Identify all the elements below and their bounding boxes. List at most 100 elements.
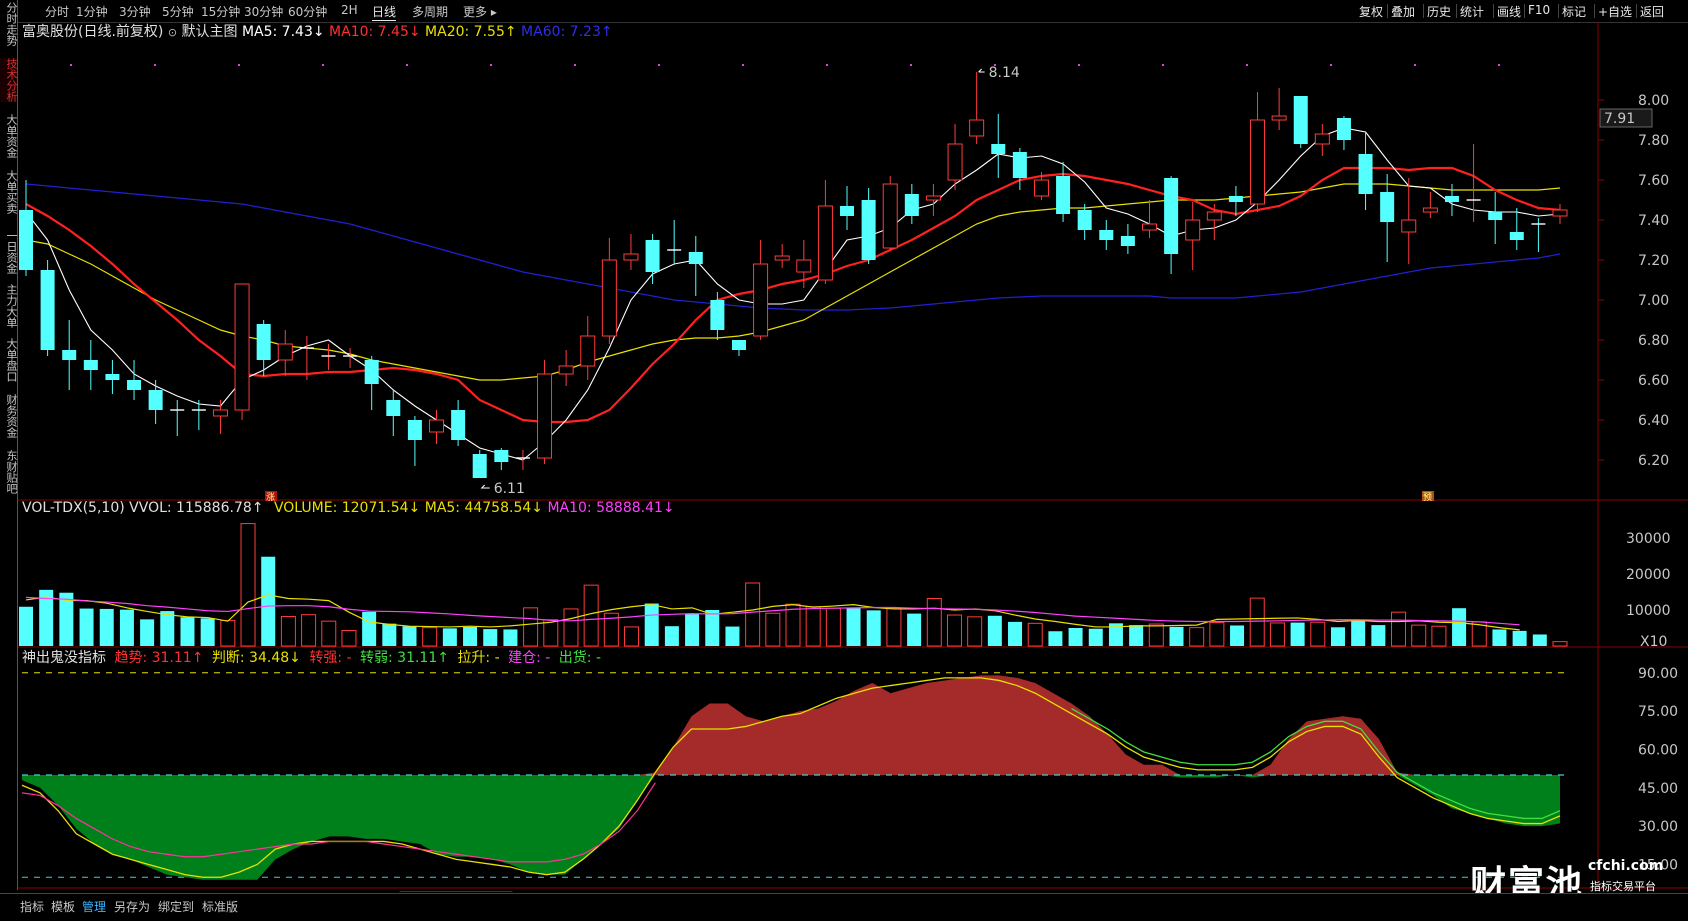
period-tab-7[interactable]: 2H <box>341 3 358 17</box>
rail-item-6[interactable]: 大单盘口 <box>0 338 18 382</box>
volume-bar <box>503 629 518 646</box>
candle-body <box>925 195 941 201</box>
volume-bar <box>907 613 922 646</box>
period-tab-5[interactable]: 30分钟 <box>244 3 283 20</box>
tool-button-3[interactable]: 统计 <box>1460 3 1484 20</box>
candle-body <box>1141 223 1157 231</box>
volume-bar <box>705 610 720 646</box>
period-tab-3[interactable]: 5分钟 <box>162 3 194 20</box>
candle <box>904 184 919 224</box>
candle <box>580 316 596 380</box>
yu-tag: 预 <box>1423 492 1432 503</box>
high-label: 8.14 <box>989 65 1020 81</box>
volume-bar <box>79 608 94 646</box>
period-tab-10[interactable]: 更多 ▸ <box>463 3 497 20</box>
rail-item-5[interactable]: 主力大单 <box>0 284 18 328</box>
bear-area <box>22 775 1560 880</box>
candle <box>1422 192 1438 218</box>
vol-indicator-name[interactable]: VOL-TDX(5,10) <box>22 500 125 516</box>
toolbar-separator <box>1636 4 1637 18</box>
signal-dot <box>154 64 156 66</box>
volume-bar <box>1068 628 1083 646</box>
volume-bar <box>886 608 902 647</box>
chevron-down-icon[interactable]: ⊙ <box>168 26 177 39</box>
period-tab-0[interactable]: 分时 <box>45 3 69 20</box>
bottom-tab-5[interactable]: 标准版 <box>202 898 238 915</box>
bottom-tab-2[interactable]: 管理 <box>82 898 106 915</box>
price-tick-label: 7.80 <box>1638 133 1669 149</box>
candle <box>494 448 509 470</box>
tool-button-5[interactable]: F10 <box>1528 3 1550 17</box>
ind-name[interactable]: 神出鬼没指标 <box>22 650 106 666</box>
candle <box>515 450 530 470</box>
stock-title[interactable]: 富奥股份(日线.前复权) <box>22 24 163 40</box>
signal-dot <box>658 64 660 66</box>
candle <box>1509 208 1524 250</box>
bottom-tab-3[interactable]: 另存为 <box>114 898 150 915</box>
candle-body <box>1336 118 1351 140</box>
candle-body <box>1099 230 1114 240</box>
candle-body <box>969 119 985 137</box>
candle <box>127 360 142 400</box>
rail-item-1[interactable]: 技术分析 <box>0 58 18 102</box>
candle-body <box>1509 232 1524 240</box>
tool-button-2[interactable]: 历史 <box>1427 3 1451 20</box>
period-tab-2[interactable]: 3分钟 <box>119 3 151 20</box>
price-tick-label: 7.60 <box>1638 173 1669 189</box>
candle-body <box>212 409 228 417</box>
toolbar-separator <box>1558 4 1559 18</box>
candle-body <box>1552 209 1568 217</box>
candle-body <box>731 340 746 350</box>
rail-item-7[interactable]: 财务资金 <box>0 394 18 438</box>
volume-bar <box>463 626 478 646</box>
volume-bar <box>1088 628 1103 646</box>
period-tab-9[interactable]: 多周期 <box>412 3 448 20</box>
tool-button-8[interactable]: 返回 <box>1640 3 1664 20</box>
signal-dot <box>994 64 996 66</box>
low-label: 6.11 <box>494 481 525 497</box>
period-tab-8[interactable]: 日线 <box>372 3 397 21</box>
tool-button-4[interactable]: 画线 <box>1497 3 1521 20</box>
rail-item-3[interactable]: 大单买卖 <box>0 170 18 214</box>
ma10-value: MA10: 7.45↓ <box>329 24 421 40</box>
volume-bar <box>180 617 195 646</box>
candle-body <box>429 419 445 433</box>
volume-bar <box>301 614 317 647</box>
signal-dot <box>1078 64 1080 66</box>
candle <box>429 410 445 444</box>
tool-button-1[interactable]: 叠加 <box>1391 3 1415 20</box>
signal-dot <box>574 64 576 66</box>
candle <box>1488 192 1503 244</box>
volume-bar <box>1269 622 1285 647</box>
rail-item-0[interactable]: 分时走势 <box>0 2 18 46</box>
signal-dot <box>490 64 492 66</box>
candle <box>1250 92 1266 212</box>
bottom-tab-4[interactable]: 绑定到 <box>158 898 194 915</box>
candle <box>774 244 790 268</box>
main-mode[interactable]: 默认主图 <box>182 24 238 40</box>
candle <box>991 114 1006 178</box>
bottom-tab-0[interactable]: 指标 <box>20 898 44 915</box>
tool-button-6[interactable]: 标记 <box>1562 3 1586 20</box>
bottom-tab-1[interactable]: 模板 <box>51 898 75 915</box>
indicator-tick-label: 60.00 <box>1638 742 1678 758</box>
candle <box>62 320 77 390</box>
rail-item-8[interactable]: 东财贴吧 <box>0 450 18 494</box>
current-price-label: 7.91 <box>1604 111 1635 127</box>
ma60-line <box>25 183 1561 311</box>
rail-item-2[interactable]: 大单资金 <box>0 114 18 158</box>
volume-bar <box>664 626 679 646</box>
tool-button-0[interactable]: 复权 <box>1359 3 1383 20</box>
rail-item-4[interactable]: 一日资金 <box>0 230 18 274</box>
period-tab-1[interactable]: 1分钟 <box>76 3 108 20</box>
tool-button-7[interactable]: +自选 <box>1598 3 1632 20</box>
period-tab-6[interactable]: 60分钟 <box>288 3 327 20</box>
candle <box>840 186 855 230</box>
candle <box>472 450 487 478</box>
chart-area[interactable]: 8.146.11涨预 8.007.807.607.407.207.006.806… <box>18 22 1688 892</box>
indicator-legend: 神出鬼没指标 趋势: 31.11↑ 判断: 34.48↓ 转强: - 转弱: 3… <box>22 647 601 667</box>
candle-body <box>105 374 120 380</box>
candle-body <box>386 400 401 416</box>
volume-scale-label: X10 <box>1640 634 1667 650</box>
period-tab-4[interactable]: 15分钟 <box>201 3 240 20</box>
